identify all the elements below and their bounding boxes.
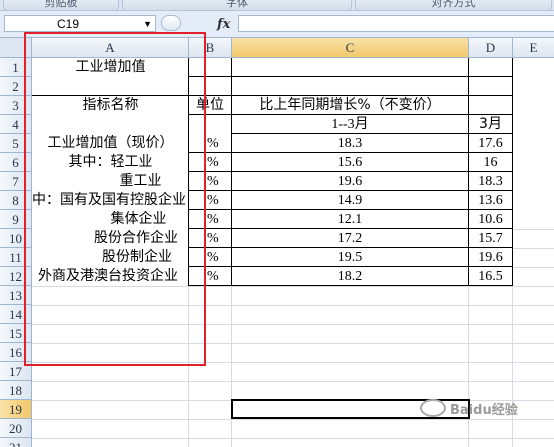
cell-c10[interactable]: 17.2	[232, 229, 468, 248]
expand-handle[interactable]	[161, 15, 181, 31]
watermark: Baidu经验	[420, 396, 550, 420]
column-header-e[interactable]: E	[513, 38, 554, 58]
gridline	[32, 381, 554, 382]
gridline	[513, 248, 554, 249]
table-border	[189, 76, 513, 77]
cell-c6[interactable]: 15.6	[232, 153, 468, 172]
table-border	[512, 58, 513, 286]
cell-c3[interactable]: 比上年同期增长%（不变价）	[232, 96, 468, 115]
cell-c4[interactable]: 1--3月	[232, 115, 468, 134]
watermark-text: Baidu经验	[450, 403, 518, 418]
cell-c7[interactable]: 19.6	[232, 172, 468, 191]
cell-c12[interactable]: 18.2	[232, 267, 468, 286]
cell-c5[interactable]: 18.3	[232, 134, 468, 153]
baidu-paw-logo-icon	[420, 399, 446, 417]
ribbon-group-font[interactable]: 字体	[122, 0, 352, 10]
ribbon-group-alignment[interactable]: 对齐方式	[355, 0, 552, 10]
cell-c8[interactable]: 14.9	[232, 191, 468, 210]
formula-bar-controls: fx	[161, 15, 230, 33]
row-header-21[interactable]: 21	[0, 438, 32, 447]
cell-d6[interactable]: 16	[469, 153, 512, 172]
dropdown-arrow-icon[interactable]: ▼	[143, 16, 152, 33]
cell-d5[interactable]: 17.6	[469, 134, 512, 153]
gridline	[32, 438, 554, 439]
cell-d10[interactable]: 15.7	[469, 229, 512, 248]
ribbon: 剪贴板 字体 对齐方式	[0, 0, 554, 11]
highlight-box	[24, 32, 206, 366]
cell-c9[interactable]: 12.1	[232, 210, 468, 229]
gridline	[513, 229, 554, 230]
row-header-19[interactable]: 19	[0, 400, 32, 419]
cell-d8[interactable]: 13.6	[469, 191, 512, 210]
cell-c11[interactable]: 19.5	[232, 248, 468, 267]
cell-d9[interactable]: 10.6	[469, 210, 512, 229]
cell-d12[interactable]: 16.5	[469, 267, 512, 286]
cell-d4[interactable]: 3月	[469, 115, 512, 134]
row-header-20[interactable]: 20	[0, 419, 32, 438]
cell-d11[interactable]: 19.6	[469, 248, 512, 267]
cell-d7[interactable]: 18.3	[469, 172, 512, 191]
row-header-18[interactable]: 18	[0, 381, 32, 400]
insert-function-icon[interactable]: fx	[217, 17, 230, 32]
gridline	[513, 267, 554, 268]
column-header-d[interactable]: D	[469, 38, 513, 58]
ribbon-group-clipboard[interactable]: 剪贴板	[3, 0, 119, 10]
column-header-c[interactable]: C	[232, 38, 469, 58]
name-box[interactable]: C19 ▼	[4, 15, 156, 32]
name-box-value: C19	[57, 17, 80, 31]
formula-input[interactable]	[238, 15, 554, 32]
